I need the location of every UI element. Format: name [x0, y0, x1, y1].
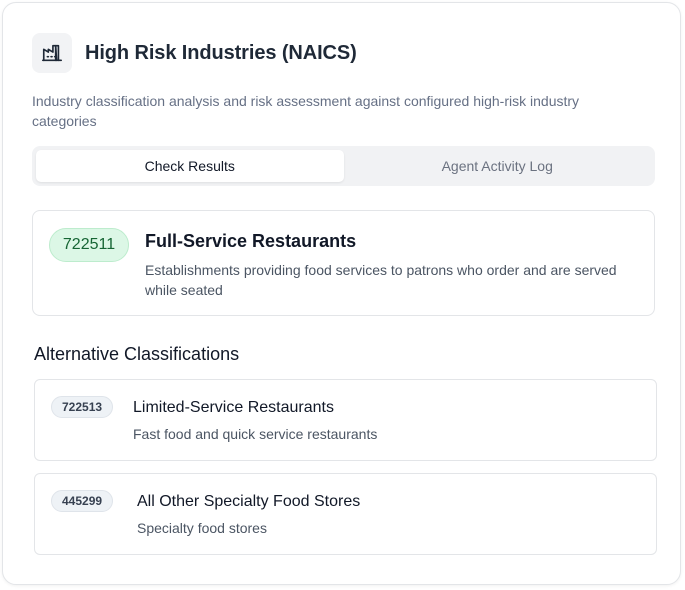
alternative-classification-card: 445299 All Other Specialty Food Stores S…	[34, 473, 657, 555]
page-title: High Risk Industries (NAICS)	[85, 41, 357, 64]
alternative-classifications-heading: Alternative Classifications	[34, 344, 240, 364]
primary-classification-card: 722511 Full-Service Restaurants Establis…	[32, 210, 655, 316]
tab-agent-activity-log[interactable]: Agent Activity Log	[344, 150, 652, 182]
classification-description: Specialty food stores	[137, 520, 267, 536]
page-description: Industry classification analysis and ris…	[32, 93, 580, 129]
factory-icon	[32, 33, 72, 73]
classification-title: Full-Service Restaurants	[145, 231, 357, 251]
classification-title: All Other Specialty Food Stores	[137, 493, 361, 510]
classification-description: Fast food and quick service restaurants	[133, 426, 378, 442]
alternative-classification-card: 722513 Limited-Service Restaurants Fast …	[34, 379, 657, 461]
tab-check-results[interactable]: Check Results	[36, 150, 344, 182]
naics-code-badge: 722511	[49, 228, 129, 262]
tab-bar: Check Results Agent Activity Log	[32, 146, 655, 186]
classification-title: Limited-Service Restaurants	[133, 399, 334, 416]
naics-code-badge: 445299	[51, 490, 114, 512]
naics-code-badge: 722513	[51, 396, 114, 418]
classification-description: Establishments providing food services t…	[145, 262, 617, 298]
naics-check-card: High Risk Industries (NAICS) Industry cl…	[2, 2, 681, 585]
card-header: High Risk Industries (NAICS)	[32, 33, 357, 73]
